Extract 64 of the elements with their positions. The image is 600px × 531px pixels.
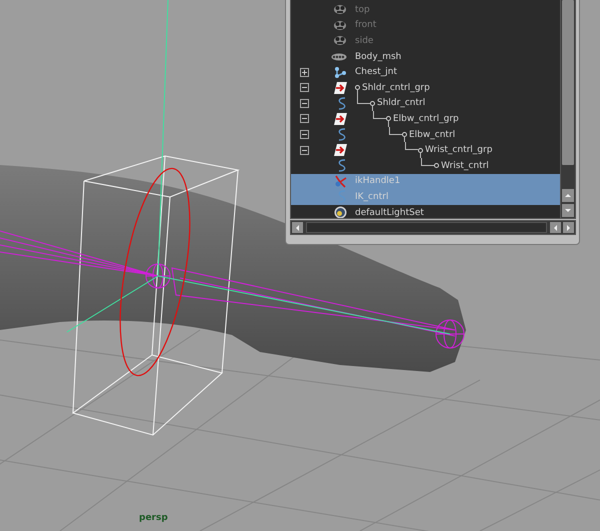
node-name: front [355,20,376,30]
node-name: Body_msh [355,52,402,62]
node-name: Elbw_cntrl [409,130,456,140]
ik-handle-icon [334,174,347,188]
node-circle-icon [370,100,375,106]
camera-label: persp [139,513,168,523]
node-name: Shldr_cntrl_grp [362,82,430,93]
camera-icon [333,35,347,46]
curve-icon [337,128,347,142]
outliner-row[interactable]: Shldr_cntrl_grp [291,80,560,96]
camera-icon [333,4,347,16]
collapse-toggle[interactable] [300,146,308,155]
outliner-row[interactable]: Wrist_cntrl [291,158,560,174]
arrow-down-icon [564,206,572,214]
arrow-left-icon [552,224,560,232]
camera-icon [333,20,347,31]
node-circle-icon [355,85,360,90]
node-name: Shldr_cntrl [377,98,426,108]
collapse-toggle[interactable] [300,83,308,92]
node-name: side [355,36,374,46]
mesh-icon [331,52,347,61]
horizontal-scrollbar[interactable] [290,220,576,235]
node-name: Elbw_cntrl_grp [393,114,459,124]
outliner-row[interactable]: Chest_jnt [291,64,560,80]
outliner-row[interactable]: Elbw_cntrl_grp [291,111,560,127]
node-circle-icon [402,132,407,138]
scroll-up-button[interactable] [562,189,574,202]
outliner-row[interactable]: Shldr_cntrl [291,96,560,112]
3d-viewport[interactable]: persp top front side Body_msh Chest_jnt Shldr_cntrl_grp Shldr_cntrl Elbw_cntrl_grp Elbw_cntrl Wrist_cntrl_grp Wrist_cntrl ikHandle1 IK_cntrl defaultLightSet [0,0,600,531]
outliner-row[interactable]: defaultLightSet [291,204,560,218]
node-name: defaultLightSet [355,208,424,218]
group-icon [334,112,347,125]
node-circle-icon [418,148,423,153]
collapse-toggle[interactable] [300,130,308,140]
node-name: Chest_jnt [355,67,397,78]
node-name: Wrist_cntrl_grp [425,145,492,156]
arrow-up-icon [564,192,572,200]
node-circle-icon [434,163,439,168]
node-name: top [355,4,370,15]
light-set-icon [334,206,347,218]
group-icon [334,82,347,94]
outliner-row[interactable]: Elbw_cntrl [291,126,560,142]
outliner-row[interactable]: Wrist_cntrl_grp [291,142,560,158]
collapse-toggle[interactable] [300,114,308,124]
scroll-down-button[interactable] [562,204,574,217]
node-name: IK_cntrl [355,192,388,202]
scroll-left-button[interactable] [292,222,303,233]
curve-icon [337,96,347,110]
node-name: Wrist_cntrl [441,160,489,171]
arrow-left-icon [294,224,302,232]
expand-toggle[interactable] [300,68,308,77]
scroll-thumb[interactable] [562,0,574,165]
outliner-row[interactable]: Body_msh [291,48,560,64]
arrow-right-icon [564,224,572,232]
curve-icon [337,159,347,172]
scroll-left-button[interactable] [550,222,561,233]
node-name: ikHandle1 [355,176,400,186]
group-icon [334,144,347,156]
scroll-right-button[interactable] [563,222,574,233]
node-circle-icon [386,116,391,122]
joint-icon [334,66,347,79]
curve-icon [337,190,347,204]
vertical-scrollbar[interactable] [560,0,575,218]
collapse-toggle[interactable] [300,98,308,108]
